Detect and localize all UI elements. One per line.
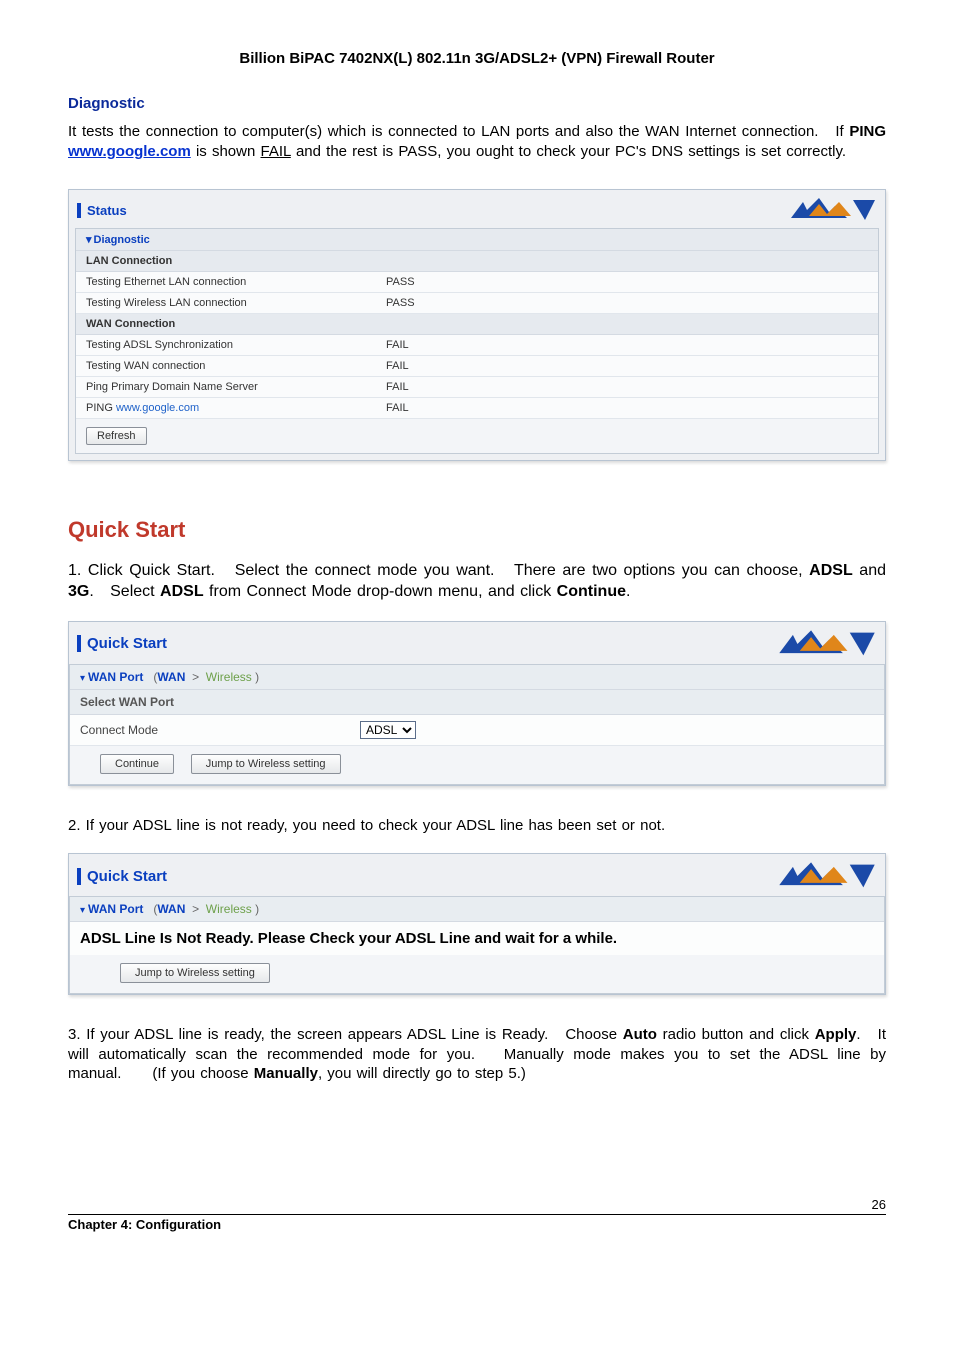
status-panel: Status ▾Diagnostic LAN Connection Testin… (68, 189, 886, 461)
connect-mode-select[interactable]: ADSL (360, 721, 416, 739)
diagnostic-intro: It tests the connection to computer(s) w… (68, 122, 886, 161)
text: and the rest is PASS, you ought to check… (291, 143, 846, 160)
step2-text: 2. If your ADSL line is not ready, you n… (68, 816, 886, 836)
continue-button[interactable]: Continue (100, 754, 174, 774)
connect-mode-label: Connect Mode (80, 723, 360, 737)
lan-section-header: LAN Connection (76, 251, 878, 272)
step1-text: 1. Click Quick Start. Select the connect… (68, 561, 886, 603)
refresh-button[interactable]: Refresh (86, 427, 147, 445)
connect-mode-row: Connect Mode ADSL (70, 715, 884, 746)
ping-host: www.google.com (116, 402, 199, 414)
row-result: PASS (386, 297, 868, 309)
doc-title: Billion BiPAC 7402NX(L) 802.11n 3G/ADSL2… (68, 50, 886, 67)
text: is shown (191, 143, 261, 160)
quickstart-panel-2: Quick Start ▾WAN Port (WAN > Wireless ) … (68, 853, 886, 995)
row-result: FAIL (386, 339, 868, 351)
wireless-link[interactable]: Wireless (206, 670, 252, 684)
table-row: Ping Primary Domain Name Server FAIL (76, 377, 878, 398)
table-row: PING www.google.com FAIL (76, 398, 878, 419)
brand-logo (777, 628, 877, 660)
step3-text: 3. If your ADSL line is ready, the scree… (68, 1025, 886, 1084)
select-wan-port-header: Select WAN Port (70, 690, 884, 715)
table-row: Testing Wireless LAN connection PASS (76, 293, 878, 314)
wireless-link[interactable]: Wireless (206, 902, 252, 916)
text-underline: FAIL (261, 143, 291, 160)
breadcrumb: ▾WAN Port (WAN > Wireless ) (70, 897, 884, 922)
brand-logo (789, 196, 877, 224)
text: It tests the connection to computer(s) w… (68, 123, 849, 140)
panel-title: Status (77, 203, 127, 218)
row-result: PASS (386, 276, 868, 288)
page-footer: Chapter 4: Configuration 26 (68, 1214, 886, 1232)
adsl-not-ready-message: ADSL Line Is Not Ready. Please Check you… (70, 922, 884, 955)
table-row: Testing ADSL Synchronization FAIL (76, 335, 878, 356)
diagnostic-heading: Diagnostic (68, 95, 886, 112)
panel-title: Quick Start (77, 635, 167, 652)
row-label: Testing Wireless LAN connection (86, 297, 386, 309)
row-label: Ping Primary Domain Name Server (86, 381, 386, 393)
brand-logo (777, 860, 877, 892)
panel-title: Quick Start (77, 868, 167, 885)
table-row: Testing Ethernet LAN connection PASS (76, 272, 878, 293)
google-link[interactable]: www.google.com (68, 143, 191, 160)
quick-start-heading: Quick Start (68, 517, 886, 543)
row-label: Testing ADSL Synchronization (86, 339, 386, 351)
quickstart-panel-1: Quick Start ▾WAN Port (WAN > Wireless ) … (68, 621, 886, 786)
wan-section-header: WAN Connection (76, 314, 878, 335)
row-label: PING www.google.com (86, 402, 386, 414)
row-label: Testing Ethernet LAN connection (86, 276, 386, 288)
chapter-label: Chapter 4: Configuration (68, 1217, 221, 1232)
row-result: FAIL (386, 360, 868, 372)
jump-wireless-button[interactable]: Jump to Wireless setting (191, 754, 341, 774)
table-row: Testing WAN connection FAIL (76, 356, 878, 377)
row-result: FAIL (386, 402, 868, 414)
jump-wireless-button[interactable]: Jump to Wireless setting (120, 963, 270, 983)
row-label: Testing WAN connection (86, 360, 386, 372)
nav-diagnostic[interactable]: ▾Diagnostic (76, 229, 878, 251)
page-number: 26 (872, 1197, 886, 1212)
breadcrumb: ▾WAN Port (WAN > Wireless ) (70, 665, 884, 690)
text-bold: PING (849, 123, 886, 140)
row-result: FAIL (386, 381, 868, 393)
